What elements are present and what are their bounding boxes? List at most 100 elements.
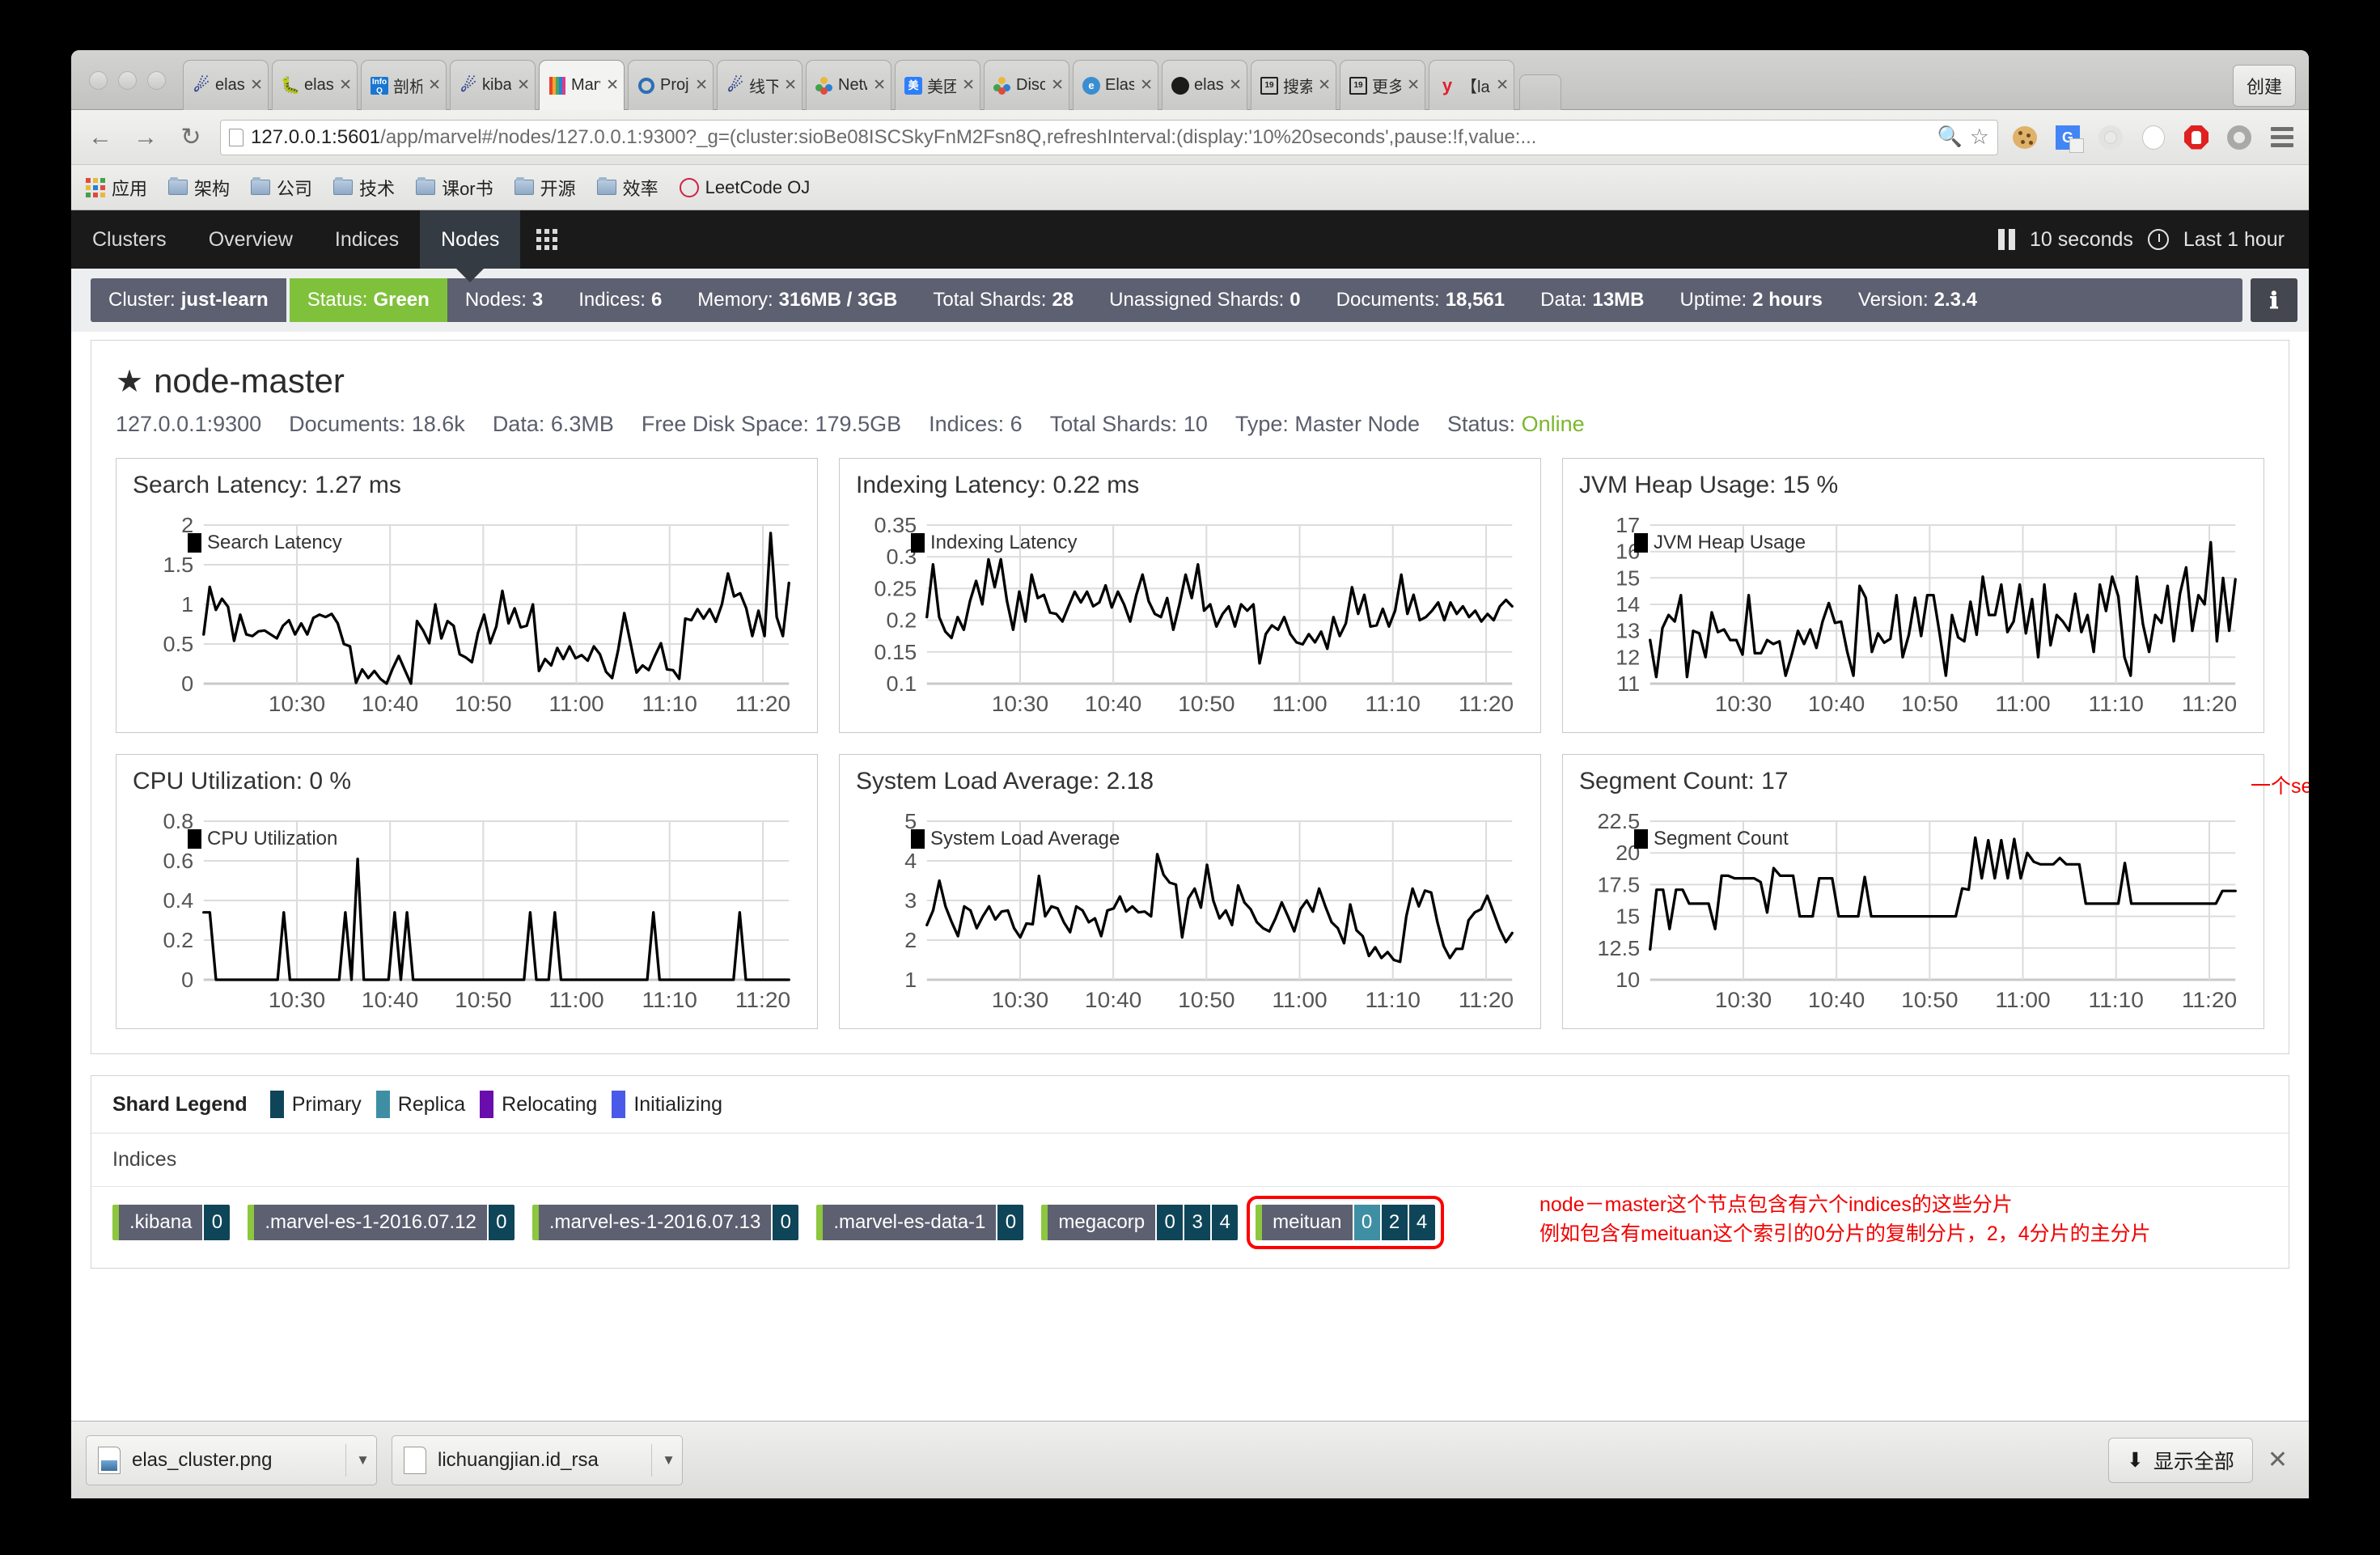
shard-badge-0[interactable]: 0 bbox=[1155, 1205, 1184, 1240]
close-tab-icon[interactable]: ✕ bbox=[782, 76, 797, 95]
chart-title-text: Segment Count: 17 bbox=[1579, 768, 1789, 794]
google-translate-icon[interactable]: G bbox=[2054, 124, 2084, 153]
bookmark-7[interactable]: LeetCode OJ bbox=[679, 177, 810, 198]
shard-badge-2[interactable]: 4 bbox=[1407, 1205, 1435, 1240]
shard-badge-1[interactable]: 2 bbox=[1379, 1205, 1408, 1240]
close-tab-icon[interactable]: ✕ bbox=[1049, 76, 1064, 95]
close-tab-icon[interactable]: ✕ bbox=[1138, 76, 1153, 95]
cookie-icon[interactable] bbox=[2011, 124, 2039, 151]
refresh-interval-label[interactable]: 10 seconds bbox=[2030, 228, 2133, 252]
browser-tab-13[interactable]: 19更多打✕ bbox=[1340, 60, 1425, 110]
close-tab-icon[interactable]: ✕ bbox=[1227, 76, 1242, 95]
meta-value: 179.5GB bbox=[815, 412, 902, 436]
browser-tab-9[interactable]: Disco✕ bbox=[984, 60, 1069, 110]
browser-tab-6[interactable]: ☄ 线下店✕ bbox=[717, 60, 803, 110]
browser-tab-2[interactable]: InfoQ 剖析E✕ bbox=[361, 60, 447, 110]
bookmark-star-icon[interactable]: ☆ bbox=[1970, 125, 1989, 150]
browser-tab-8[interactable]: 美美团云✕ bbox=[895, 60, 980, 110]
new-tab-button[interactable] bbox=[1519, 74, 1561, 110]
close-window-button[interactable] bbox=[89, 71, 108, 90]
browser-tab-4[interactable]: Marve✕ bbox=[539, 60, 625, 110]
minimize-window-button[interactable] bbox=[118, 71, 137, 90]
close-tab-icon[interactable]: ✕ bbox=[337, 76, 352, 95]
reload-icon[interactable]: ↻ bbox=[175, 121, 207, 154]
shard-legend-item-replica: Replica bbox=[375, 1091, 465, 1118]
download-item-0[interactable]: elas_cluster.png ▼ bbox=[86, 1434, 377, 1485]
bookmark-label: 架构 bbox=[194, 178, 231, 199]
browser-tab-3[interactable]: ☄ kiban✕ bbox=[450, 60, 536, 110]
chevron-down-icon[interactable]: ▼ bbox=[651, 1443, 675, 1477]
address-bar[interactable]: 127.0.0.1:5601/app/marvel#/nodes/127.0.0… bbox=[220, 119, 1998, 155]
browser-tab-7[interactable]: Netw✕ bbox=[806, 60, 891, 110]
shard-legend-item-relocating: Relocating bbox=[480, 1091, 597, 1118]
shard-badge-0[interactable]: 0 bbox=[996, 1205, 1024, 1240]
shard-badge-0[interactable]: 0 bbox=[202, 1205, 231, 1240]
bookmark-2[interactable]: 公司 bbox=[251, 175, 312, 201]
shard-badge-0[interactable]: 0 bbox=[486, 1205, 515, 1240]
index-chip-5[interactable]: meituan 0 2 4 bbox=[1247, 1196, 1444, 1249]
browser-tab-11[interactable]: elasti✕ bbox=[1162, 60, 1247, 110]
forward-icon[interactable]: → bbox=[129, 121, 162, 154]
index-chip-0[interactable]: .kibana 0 bbox=[112, 1205, 231, 1240]
back-icon[interactable]: ← bbox=[84, 121, 116, 154]
bookmark-1[interactable]: 架构 bbox=[168, 175, 230, 201]
shard-badge-1[interactable]: 3 bbox=[1183, 1205, 1211, 1240]
close-tab-icon[interactable]: ✕ bbox=[426, 76, 441, 95]
close-tab-icon[interactable]: ✕ bbox=[604, 76, 619, 95]
browser-menu-icon[interactable] bbox=[2268, 124, 2296, 151]
elasticsearch-icon: ☄ bbox=[727, 74, 743, 95]
tab-label: Disco bbox=[1016, 76, 1045, 94]
document-icon[interactable] bbox=[2140, 124, 2167, 151]
close-tab-icon[interactable]: ✕ bbox=[693, 76, 708, 95]
index-chip-2[interactable]: .marvel-es-1-2016.07.13 0 bbox=[531, 1205, 799, 1240]
index-chip-4[interactable]: megacorp 0 3 4 bbox=[1041, 1205, 1239, 1240]
browser-tab-10[interactable]: eElasti✕ bbox=[1073, 60, 1158, 110]
close-icon[interactable]: ✕ bbox=[2268, 1446, 2294, 1474]
close-tab-icon[interactable]: ✕ bbox=[248, 76, 263, 95]
browser-tab-12[interactable]: 19搜索 |✕ bbox=[1251, 60, 1336, 110]
meta-value: 10 bbox=[1183, 412, 1208, 436]
index-chip-1[interactable]: .marvel-es-1-2016.07.12 0 bbox=[248, 1205, 515, 1240]
shard-badge-0[interactable]: 0 bbox=[771, 1205, 799, 1240]
bookmark-0[interactable]: 应用 bbox=[86, 175, 147, 201]
circle-icon[interactable] bbox=[2225, 124, 2253, 151]
close-tab-icon[interactable]: ✕ bbox=[1494, 76, 1509, 95]
show-all-downloads-button[interactable]: ⬇ 显示全部 bbox=[2107, 1437, 2253, 1483]
chevron-down-icon[interactable]: ▼ bbox=[345, 1443, 370, 1477]
chart-legend: Indexing Latency bbox=[911, 532, 1077, 554]
tab-overview[interactable]: Overview bbox=[188, 210, 314, 269]
create-button[interactable]: 创建 bbox=[2233, 65, 2296, 107]
close-tab-icon[interactable]: ✕ bbox=[1316, 76, 1331, 95]
browser-tab-0[interactable]: ☄ elasti✕ bbox=[183, 60, 269, 110]
shard-badge-0[interactable]: 0 bbox=[1352, 1205, 1380, 1240]
ring-icon[interactable] bbox=[2097, 124, 2124, 151]
zoom-out-icon[interactable]: 🔍 bbox=[1937, 125, 1963, 149]
bookmark-6[interactable]: 效率 bbox=[596, 175, 659, 201]
bookmark-3[interactable]: 技术 bbox=[333, 175, 395, 201]
browser-tab-5[interactable]: Proje✕ bbox=[628, 60, 714, 110]
dashboard-grid-icon[interactable] bbox=[520, 210, 574, 269]
close-tab-icon[interactable]: ✕ bbox=[960, 76, 975, 95]
close-tab-icon[interactable]: ✕ bbox=[515, 76, 530, 95]
shard-badge-2[interactable]: 4 bbox=[1210, 1205, 1239, 1240]
stat-label: Status: bbox=[307, 289, 368, 311]
maximize-window-button[interactable] bbox=[147, 71, 166, 90]
close-tab-icon[interactable]: ✕ bbox=[1405, 76, 1420, 95]
adblock-icon[interactable] bbox=[2183, 124, 2210, 151]
bookmark-5[interactable]: 开源 bbox=[514, 175, 576, 201]
bookmark-4[interactable]: 课or书 bbox=[416, 175, 493, 201]
tab-indices[interactable]: Indices bbox=[314, 210, 420, 269]
info-icon[interactable]: ℹ bbox=[2251, 278, 2297, 322]
window-controls[interactable] bbox=[89, 71, 166, 90]
tab-clusters[interactable]: Clusters bbox=[71, 210, 188, 269]
close-tab-icon[interactable]: ✕ bbox=[871, 76, 886, 95]
legend-label: CPU Utilization bbox=[207, 828, 338, 850]
browser-tab-1[interactable]: 🐛elasti✕ bbox=[272, 60, 358, 110]
download-item-1[interactable]: lichuangjian.id_rsa ▼ bbox=[392, 1434, 683, 1485]
index-chip-3[interactable]: .marvel-es-data-1 0 bbox=[816, 1205, 1024, 1240]
time-range-label[interactable]: Last 1 hour bbox=[2183, 228, 2285, 252]
tab-nodes[interactable]: Nodes bbox=[420, 210, 521, 269]
browser-tab-14[interactable]: y 【late✕ bbox=[1429, 60, 1514, 110]
pause-icon[interactable] bbox=[1998, 229, 2016, 250]
tab-label: 【late bbox=[1461, 78, 1490, 96]
